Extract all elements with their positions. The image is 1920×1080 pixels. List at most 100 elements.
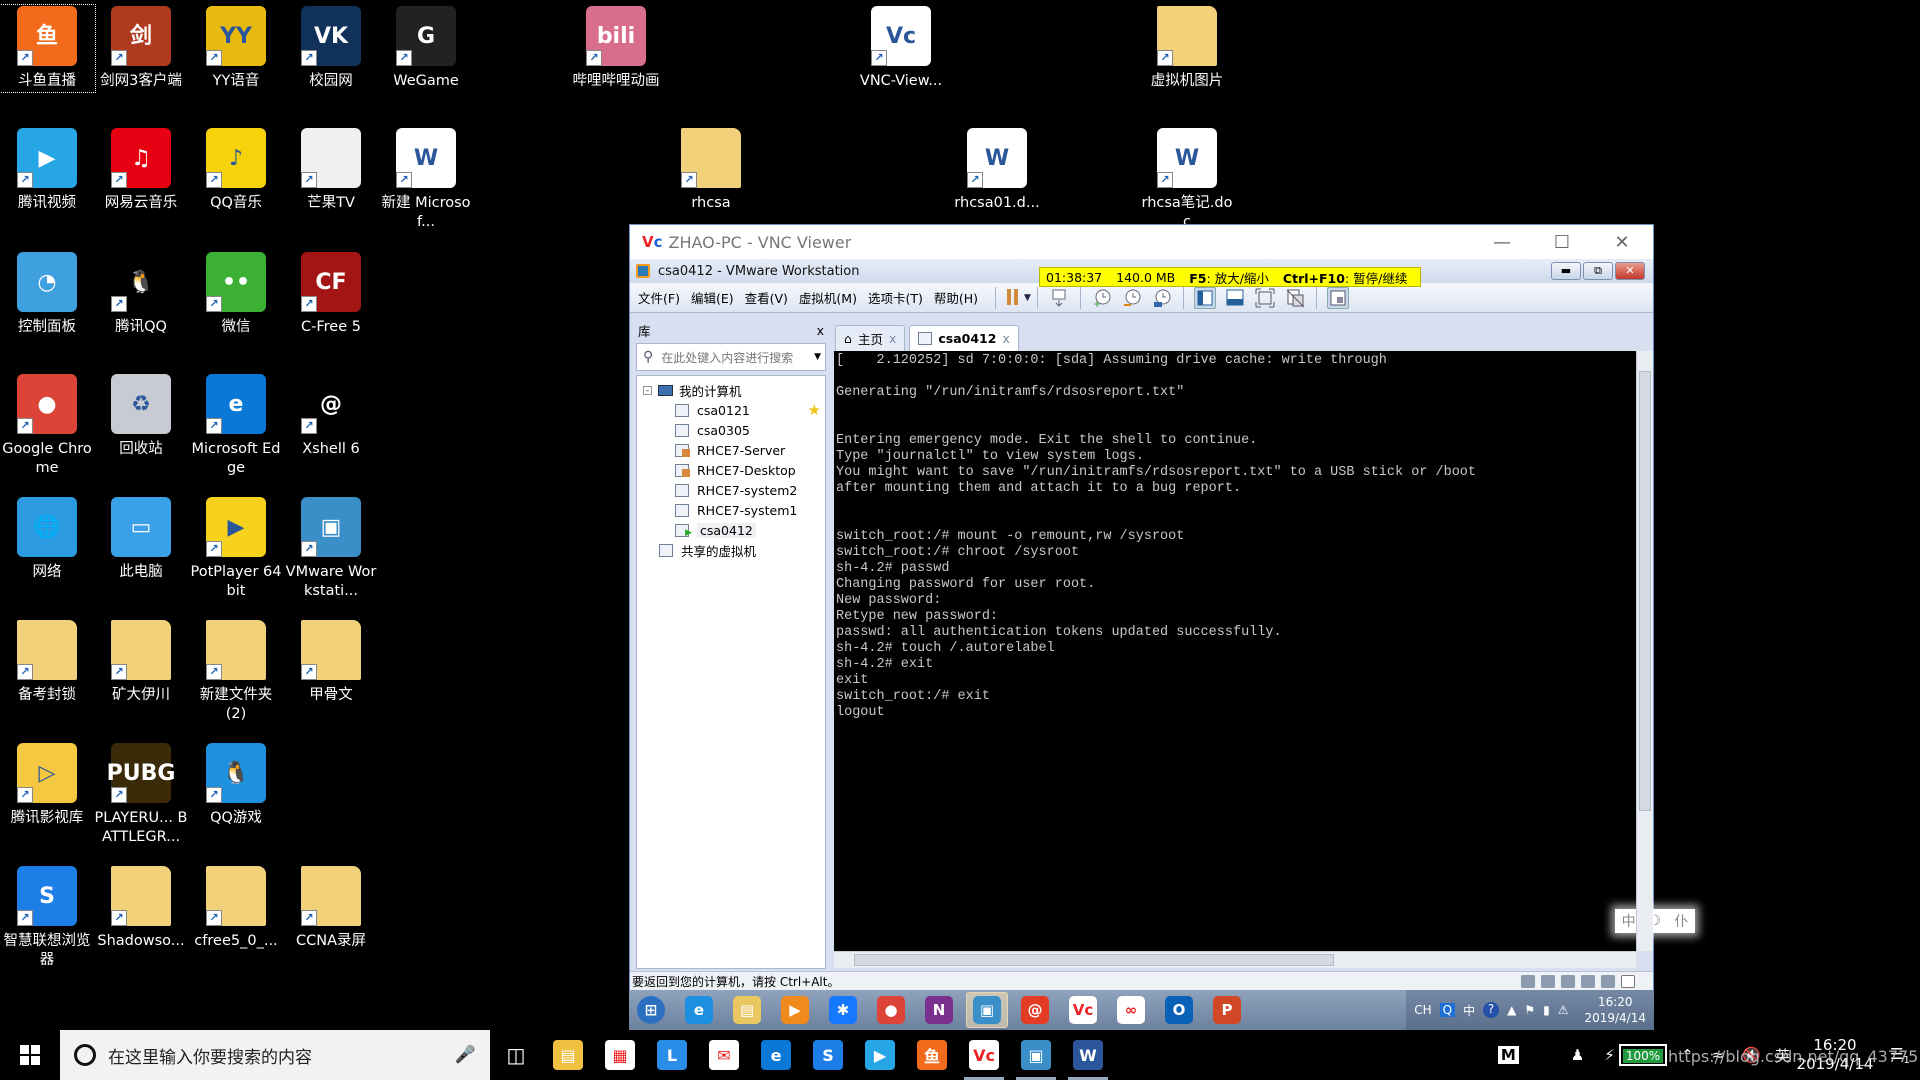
desktop-icon[interactable]: ↗ 备考封锁 bbox=[0, 620, 94, 705]
minimize-button[interactable]: — bbox=[1472, 225, 1532, 259]
outlook-taskbar-button[interactable]: O bbox=[1158, 992, 1200, 1028]
vertical-scrollbar[interactable] bbox=[1636, 351, 1653, 951]
microphone-icon[interactable]: 🎤 bbox=[455, 1045, 476, 1065]
tab-home[interactable]: ⌂ 主页 x bbox=[835, 325, 906, 351]
vmware-taskbar-button[interactable]: ▣ bbox=[1010, 1030, 1062, 1080]
desktop-icon[interactable]: W ↗ 新建 Microsof... bbox=[379, 128, 473, 232]
desktop-icon[interactable]: ↗ cfree5_0_... bbox=[189, 866, 283, 951]
snapshot-manager-icon[interactable] bbox=[1151, 287, 1173, 309]
store-taskbar-button[interactable]: ▦ bbox=[594, 1030, 646, 1080]
action-center-icon[interactable]: ⚑ bbox=[1524, 1003, 1535, 1017]
tree-node-my-computer[interactable]: - 我的计算机 bbox=[637, 380, 825, 400]
power-icon[interactable]: ▮ bbox=[1543, 1003, 1550, 1017]
baidu-netdisk-taskbar-button[interactable]: ∞ bbox=[1110, 992, 1152, 1028]
xshell-taskbar-button[interactable]: @ bbox=[1014, 992, 1056, 1028]
show-hidden-icons[interactable]: ⌃ bbox=[1681, 1046, 1694, 1064]
people-icon[interactable]: ♟ bbox=[1571, 1046, 1584, 1064]
power-plug-icon[interactable]: ⚡ bbox=[1604, 1046, 1615, 1064]
wifi-icon[interactable]: ≈ bbox=[1712, 1046, 1725, 1064]
favorite-star-icon[interactable]: ★ bbox=[808, 401, 821, 419]
thumbnail-bar-icon[interactable] bbox=[1224, 287, 1246, 309]
desktop-icon[interactable]: e ↗ Microsoft Edge bbox=[189, 374, 283, 478]
show-hidden-icons[interactable]: ▲ bbox=[1507, 1003, 1516, 1017]
camera-icon[interactable] bbox=[1601, 974, 1615, 988]
cd-dvd-icon[interactable] bbox=[1541, 974, 1555, 988]
menu-item[interactable]: 编辑(E) bbox=[691, 288, 734, 307]
desktop-icon[interactable]: ↗ Shadowso... bbox=[94, 866, 188, 951]
dingtalk-taskbar-button[interactable]: ✱ bbox=[822, 992, 864, 1028]
desktop-icon[interactable]: CF ↗ C-Free 5 bbox=[284, 252, 378, 337]
ime-punctuation-icon[interactable]: 仆 bbox=[1674, 911, 1688, 931]
tencent-video-taskbar-button[interactable]: ▶ bbox=[854, 1030, 906, 1080]
vm-close-button[interactable]: ✕ bbox=[1615, 262, 1645, 280]
desktop-icon[interactable]: ◔ 控制面板 bbox=[0, 252, 94, 337]
powerpoint-taskbar-button[interactable]: P bbox=[1206, 992, 1248, 1028]
chrome-taskbar-button[interactable]: ● bbox=[870, 992, 912, 1028]
console-view-icon[interactable] bbox=[1326, 286, 1349, 309]
edge-taskbar-button[interactable]: e bbox=[750, 1030, 802, 1080]
tab-close-icon[interactable]: x bbox=[889, 331, 896, 346]
send-ctrl-alt-del-icon[interactable] bbox=[1048, 287, 1070, 309]
message-log-icon[interactable] bbox=[1621, 974, 1635, 988]
desktop-icon[interactable]: ↗ 甲骨文 bbox=[284, 620, 378, 705]
horizontal-scrollbar[interactable] bbox=[834, 951, 1636, 968]
tree-node-vm[interactable]: RHCE7-system2 bbox=[637, 480, 825, 500]
desktop-icon[interactable]: 剑 ↗ 剑网3客户端 bbox=[94, 6, 188, 91]
input-language-indicator[interactable]: 英 bbox=[1775, 1045, 1790, 1066]
menu-item[interactable]: 帮助(H) bbox=[934, 288, 978, 307]
guest-ime-bar[interactable]: 中 ☽ 仆 bbox=[1615, 909, 1695, 933]
desktop-icon[interactable]: ↗ 新建文件夹 (2) bbox=[189, 620, 283, 724]
volume-muted-icon[interactable]: 🔇 bbox=[1742, 1046, 1761, 1064]
notification-center-icon[interactable]: ☰1 bbox=[1880, 1045, 1920, 1066]
desktop-icon[interactable]: ▭ 此电脑 bbox=[94, 497, 188, 582]
desktop-icon[interactable]: PUBG ↗ PLAYERU... BATTLEGR... bbox=[94, 743, 188, 847]
windows-start-orb-taskbar-button[interactable]: ⊞ bbox=[630, 992, 672, 1028]
vm-console[interactable]: [ 2.120252] sd 7:0:0:0: [sda] Assuming d… bbox=[834, 351, 1636, 951]
douyu-taskbar-button[interactable]: 鱼 bbox=[906, 1030, 958, 1080]
file-explorer-taskbar-button[interactable]: ▤ bbox=[542, 1030, 594, 1080]
unity-icon[interactable] bbox=[1284, 287, 1306, 309]
sound-icon[interactable] bbox=[1581, 974, 1595, 988]
file-explorer-taskbar-button[interactable]: ▤ bbox=[726, 992, 768, 1028]
desktop-icon[interactable]: •• ↗ 微信 bbox=[189, 252, 283, 337]
desktop-icon[interactable]: bili ↗ 哔哩哔哩动画 bbox=[569, 6, 663, 91]
media-player-taskbar-button[interactable]: ▶ bbox=[774, 992, 816, 1028]
desktop-icon[interactable]: Vc ↗ VNC-View... bbox=[854, 6, 948, 91]
clock-app-taskbar-button[interactable]: L bbox=[646, 1030, 698, 1080]
network-adapter-icon[interactable] bbox=[1561, 974, 1575, 988]
maximize-button[interactable]: ☐ bbox=[1532, 225, 1592, 259]
desktop-icon[interactable]: ↗ 矿大伊川 bbox=[94, 620, 188, 705]
tree-node-vm[interactable]: ▶ csa0412 bbox=[637, 520, 825, 540]
tab-csa0412[interactable]: csa0412 x bbox=[909, 325, 1019, 351]
desktop-icon[interactable]: 🐧 ↗ QQ游戏 bbox=[189, 743, 283, 828]
vm-minimize-button[interactable]: ▬ bbox=[1551, 262, 1581, 280]
desktop-icon[interactable]: S ↗ 智慧联想浏览器 bbox=[0, 866, 94, 970]
full-screen-icon[interactable] bbox=[1254, 287, 1276, 309]
tree-node-shared-vms[interactable]: 共享的虚拟机 bbox=[637, 540, 825, 560]
desktop-icon[interactable]: ♻ 回收站 bbox=[94, 374, 188, 459]
vm-restore-button[interactable]: ⧉ bbox=[1583, 262, 1613, 280]
show-library-icon[interactable] bbox=[1193, 286, 1216, 309]
tab-close-icon[interactable]: x bbox=[1002, 331, 1009, 346]
collapse-icon[interactable]: - bbox=[643, 385, 652, 395]
desktop-icon[interactable]: W ↗ rhcsa01.d... bbox=[950, 128, 1044, 213]
desktop-icon[interactable]: ♪ ↗ QQ音乐 bbox=[189, 128, 283, 213]
vnc-viewer-taskbar-button[interactable]: Vc bbox=[958, 1030, 1010, 1080]
desktop-icon[interactable]: ↗ CCNA录屏 bbox=[284, 866, 378, 951]
mail-taskbar-button[interactable]: ✉ bbox=[698, 1030, 750, 1080]
pause-dropdown-icon[interactable]: ▼ bbox=[1024, 293, 1031, 303]
taskbar-search-box[interactable]: 在这里输入你要搜索的内容 🎤 bbox=[60, 1030, 490, 1080]
clock[interactable]: 16:20 2019/4/14 bbox=[1790, 1036, 1880, 1074]
desktop-icon[interactable]: 🐧 ↗ 腾讯QQ bbox=[94, 252, 188, 337]
menu-item[interactable]: 选项卡(T) bbox=[868, 288, 923, 307]
network-warning-icon[interactable]: ⚠ bbox=[1558, 1003, 1569, 1017]
vnc-viewer-taskbar-button[interactable]: Vc bbox=[1062, 992, 1104, 1028]
scrollbar-thumb[interactable] bbox=[1639, 371, 1651, 811]
task-view-button[interactable]: ◫ bbox=[490, 1030, 542, 1080]
internet-explorer-taskbar-button[interactable]: e bbox=[678, 992, 720, 1028]
desktop-icon[interactable]: ▷ ↗ 腾讯影视库 bbox=[0, 743, 94, 828]
language-indicator[interactable]: CH bbox=[1414, 1003, 1431, 1017]
pause-icon[interactable] bbox=[1006, 287, 1020, 309]
desktop-icon[interactable]: G ↗ WeGame bbox=[379, 6, 473, 91]
desktop-icon[interactable]: ↗ 芒果TV bbox=[284, 128, 378, 213]
